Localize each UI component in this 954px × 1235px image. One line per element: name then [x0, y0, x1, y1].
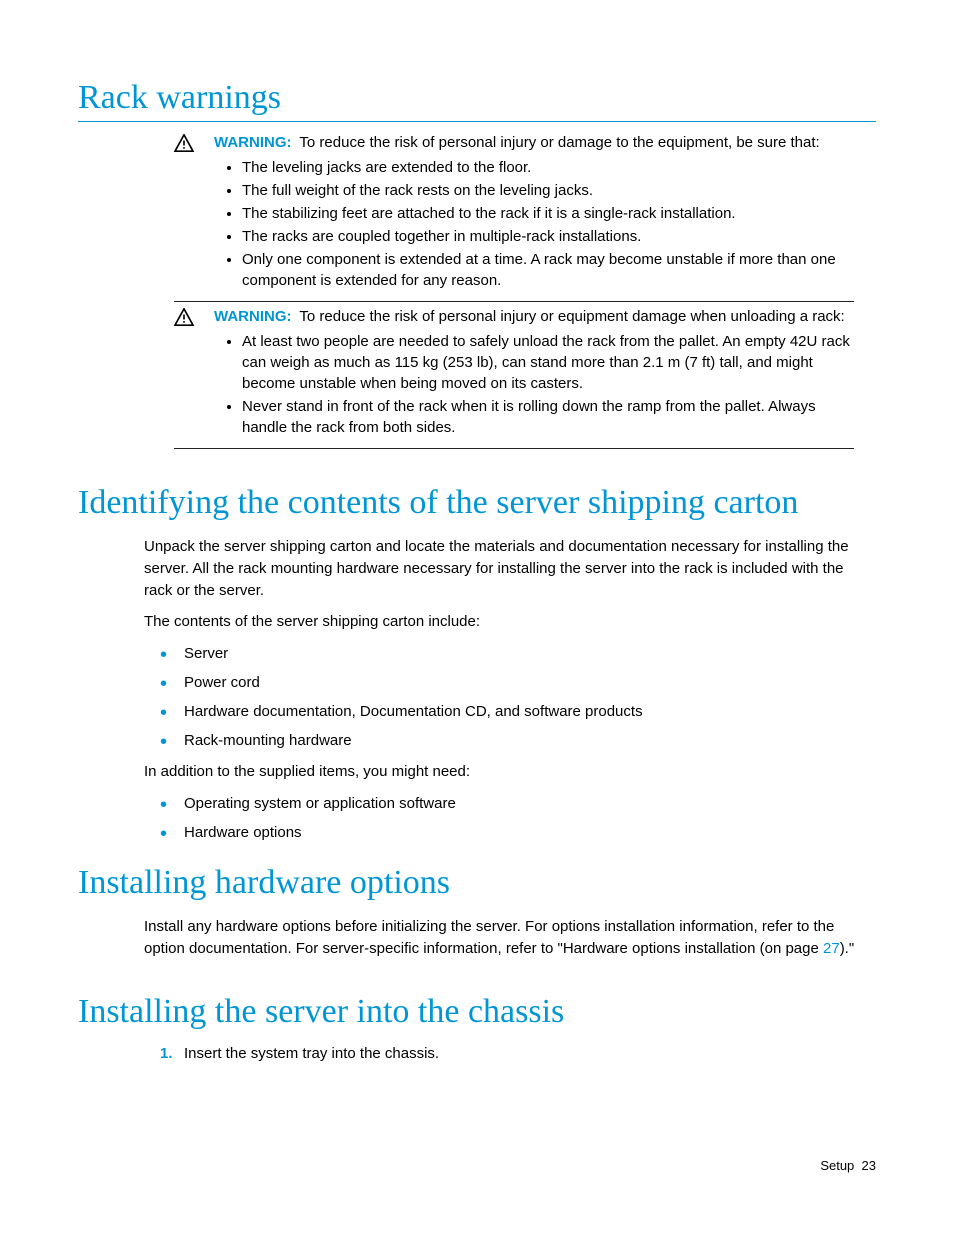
text-run: Install any hardware options before init…	[144, 918, 834, 957]
page-xref-link[interactable]: 27	[823, 940, 840, 957]
contents-list: Server Power cord Hardware documentation…	[144, 643, 874, 751]
list-item: Server	[160, 643, 874, 664]
warning-body-1: WARNING: To reduce the risk of personal …	[214, 132, 854, 293]
paragraph: The contents of the server shipping cart…	[144, 611, 874, 633]
list-item: At least two people are needed to safely…	[242, 331, 854, 394]
page-footer: Setup 23	[820, 1158, 876, 1173]
warning-triangle-icon	[174, 306, 214, 440]
install-steps: 1. Insert the system tray into the chass…	[144, 1043, 874, 1064]
additional-list: Operating system or application software…	[144, 793, 874, 843]
installing-hw-body: Install any hardware options before init…	[144, 916, 874, 960]
identifying-body: Unpack the server shipping carton and lo…	[144, 536, 874, 843]
list-item: Operating system or application software	[160, 793, 874, 814]
heading-installing-hardware-options: Installing hardware options	[78, 863, 876, 906]
text-run: )."	[840, 940, 855, 957]
installing-chassis-body: 1. Insert the system tray into the chass…	[144, 1043, 874, 1064]
warning-triangle-icon	[174, 132, 214, 293]
warning-label: WARNING:	[214, 308, 292, 325]
warning-label: WARNING:	[214, 134, 292, 151]
footer-page-number: 23	[862, 1158, 876, 1173]
list-item: Hardware documentation, Documentation CD…	[160, 701, 874, 722]
warning-block-1: WARNING: To reduce the risk of personal …	[174, 128, 854, 302]
heading-installing-server-chassis: Installing the server into the chassis	[78, 992, 876, 1035]
warning-intro: To reduce the risk of personal injury or…	[299, 134, 819, 151]
footer-section: Setup	[820, 1158, 854, 1173]
paragraph: Unpack the server shipping carton and lo…	[144, 536, 874, 601]
heading-identifying-contents: Identifying the contents of the server s…	[78, 483, 876, 526]
list-item: Only one component is extended at a time…	[242, 249, 854, 291]
warning-body-2: WARNING: To reduce the risk of personal …	[214, 306, 854, 440]
warning-1-list: The leveling jacks are extended to the f…	[214, 157, 854, 291]
paragraph: In addition to the supplied items, you m…	[144, 761, 874, 783]
list-item: The racks are coupled together in multip…	[242, 226, 854, 247]
list-item: The stabilizing feet are attached to the…	[242, 203, 854, 224]
step-text: Insert the system tray into the chassis.	[184, 1045, 439, 1062]
step-number: 1.	[160, 1043, 173, 1064]
paragraph: Install any hardware options before init…	[144, 916, 874, 960]
warning-2-list: At least two people are needed to safely…	[214, 331, 854, 438]
warning-block-2: WARNING: To reduce the risk of personal …	[174, 302, 854, 449]
list-item: Never stand in front of the rack when it…	[242, 396, 854, 438]
list-item: Power cord	[160, 672, 874, 693]
list-item: 1. Insert the system tray into the chass…	[160, 1043, 874, 1064]
list-item: Rack-mounting hardware	[160, 730, 874, 751]
warning-intro: To reduce the risk of personal injury or…	[299, 308, 844, 325]
heading-rack-warnings: Rack warnings	[78, 78, 876, 122]
list-item: Hardware options	[160, 822, 874, 843]
list-item: The full weight of the rack rests on the…	[242, 180, 854, 201]
list-item: The leveling jacks are extended to the f…	[242, 157, 854, 178]
